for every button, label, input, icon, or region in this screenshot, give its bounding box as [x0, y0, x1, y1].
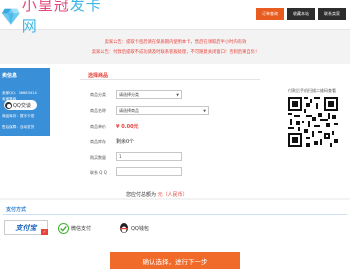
quantity-input[interactable]: 1	[116, 152, 182, 161]
wechat-pay-label: 微信支付	[71, 226, 92, 232]
seller-guarantee: 售后保障：自动发货	[2, 125, 35, 129]
category-select[interactable]: 请选择分类 ▼	[116, 90, 182, 99]
qq-wallet-option[interactable]: QQ钱包	[118, 223, 149, 234]
stock-value: 剩余0个	[116, 139, 135, 145]
diamond-icon	[2, 8, 20, 25]
price-label: 商品单价	[90, 124, 106, 129]
total-amount: 元（人民币）	[157, 192, 188, 198]
order-panel: 卖信息 卖家QQ：36683414 卖家等级 QQ交谈 商品库存：数字卡密 售后…	[0, 64, 350, 198]
qq-penguin-icon	[118, 223, 129, 234]
payment-title: 支付方式	[6, 207, 27, 213]
total-prefix: 您应付总额为	[126, 192, 157, 198]
quantity-value: 1	[119, 154, 122, 159]
qq-chat-button[interactable]: QQ交谈	[4, 100, 37, 110]
payment-section: 支付方式 支付宝 ✓ 微信支付 QQ钱包 确认选择，进行下一步	[0, 200, 350, 280]
section-title: 选择商品	[88, 73, 109, 79]
chevron-down-icon: ▼	[203, 109, 206, 113]
price-value: ¥ 0.00元	[116, 124, 139, 130]
category-label: 商品分类	[90, 92, 106, 97]
nav-bookmark[interactable]: 收藏本站	[287, 8, 315, 20]
qq-penguin-icon	[5, 101, 12, 109]
product-select[interactable]: 请选择商品 ▼	[116, 106, 209, 115]
header: 小皇冠发卡网 订单查询 收藏本站 联系卖家	[0, 0, 350, 35]
logo-text-pink: 小皇冠	[21, 0, 70, 14]
logo-text: 小皇冠发卡网	[22, 0, 107, 36]
product-label: 商品名称	[90, 108, 106, 113]
site-logo[interactable]: 小皇冠发卡网	[2, 0, 107, 35]
notice-area: 卖家公告：提取卡密后请在保质期内使用本卡，售后在领取后半小时内有效 卖家公告：付…	[58, 38, 293, 58]
seller-stock-type: 商品库存：数字卡密	[2, 114, 35, 118]
total-amount-text: 您应付总额为 元（人民币）	[126, 191, 188, 198]
alipay-label: 支付宝	[15, 222, 37, 232]
product-value: 请选择商品	[119, 107, 139, 113]
seller-qq: 卖家QQ：36683414	[2, 91, 37, 95]
chevron-down-icon: ▼	[176, 93, 179, 97]
seller-info-title: 卖信息	[2, 73, 18, 79]
payment-divider	[3, 214, 347, 215]
quantity-label: 购买数量	[90, 155, 106, 160]
qr-code-image	[288, 97, 338, 147]
category-value: 请选择分类	[119, 91, 139, 97]
wechat-icon	[58, 223, 69, 234]
selected-check-icon: ✓	[41, 229, 48, 235]
section-divider	[80, 79, 260, 80]
notice-line-2: 卖家公告：付款后提取不成功请及时联系客服处理，不可随意关闭窗口！否则后果自负！	[91, 50, 260, 55]
seller-info-box: 卖信息 卖家QQ：36683414 卖家等级 QQ交谈 商品库存：数字卡密 售后…	[0, 68, 50, 136]
confirm-next-button[interactable]: 确认选择，进行下一步	[110, 252, 240, 269]
contact-qq-label: 联系 Q Q	[90, 170, 107, 175]
wechat-pay-option[interactable]: 微信支付	[58, 223, 91, 234]
qr-caption: 付款后手机扫描二维码查看	[288, 88, 336, 93]
nav-order-query[interactable]: 订单查询	[256, 8, 284, 20]
notice-line-1: 卖家公告：提取卡密后请在保质期内使用本卡，售后在领取后半小时内有效	[104, 40, 247, 45]
contact-qq-input[interactable]	[116, 167, 182, 176]
qq-chat-label: QQ交谈	[13, 102, 31, 109]
stock-label: 商品库存	[90, 139, 106, 144]
top-nav: 订单查询 收藏本站 联系卖家	[256, 8, 346, 20]
qq-wallet-label: QQ钱包	[131, 226, 149, 232]
nav-contact-seller[interactable]: 联系卖家	[318, 8, 346, 20]
alipay-option[interactable]: 支付宝 ✓	[4, 220, 48, 235]
